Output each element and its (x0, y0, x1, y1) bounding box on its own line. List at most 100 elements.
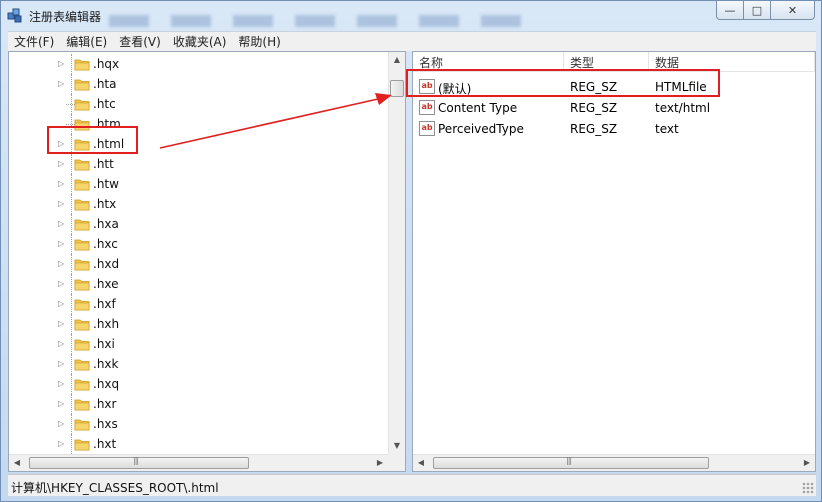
minimize-button[interactable]: — (716, 1, 744, 20)
tree-vertical-scrollbar[interactable]: ▲ ▼ (388, 52, 405, 454)
folder-icon (74, 219, 90, 231)
expand-arrow-icon[interactable]: ▷ (58, 439, 64, 448)
tree-item-hxh[interactable]: ▷ .hxh (9, 314, 389, 334)
tree-item-htw[interactable]: ▷ .htw (9, 174, 389, 194)
value-row[interactable]: ab PerceivedType REG_SZ text (413, 118, 815, 139)
regedit-app-icon (7, 8, 22, 23)
expand-arrow-icon[interactable]: ▷ (58, 159, 64, 168)
menu-help[interactable]: 帮助(H) (232, 33, 286, 50)
status-bar: 计算机\HKEY_CLASSES_ROOT\.html (8, 474, 816, 496)
window-controls: — □ ✕ (716, 1, 815, 21)
tree-item-label: .htt (93, 157, 114, 171)
value-type: REG_SZ (570, 101, 618, 115)
tree-item-label: .hxf (93, 297, 116, 311)
scroll-right-icon[interactable]: ▶ (799, 455, 815, 471)
tree-item-hxi[interactable]: ▷ .hxi (9, 334, 389, 354)
tree-guide-line (71, 214, 72, 234)
expand-arrow-icon[interactable]: ▷ (58, 399, 64, 408)
tree-guide-line (71, 174, 72, 194)
resize-grip-icon[interactable] (802, 482, 814, 494)
menu-file[interactable]: 文件(F) (8, 33, 60, 50)
scroll-right-icon[interactable]: ▶ (372, 455, 388, 471)
close-button[interactable]: ✕ (771, 1, 815, 20)
tree-item-label: .htw (93, 177, 119, 191)
tree-item-hxs[interactable]: ▷ .hxs (9, 414, 389, 434)
tree-hscroll-thumb[interactable] (29, 457, 249, 469)
tree-item-hqx[interactable]: ▷ .hqx (9, 54, 389, 74)
tree-item-hxe[interactable]: ▷ .hxe (9, 274, 389, 294)
tree-item-hxf[interactable]: ▷ .hxf (9, 294, 389, 314)
folder-icon (74, 439, 90, 451)
expand-arrow-icon[interactable]: ▷ (58, 279, 64, 288)
tree-horizontal-scrollbar[interactable]: ◀ ||| ▶ (9, 454, 388, 471)
tree-guide-line (71, 54, 72, 74)
menu-edit[interactable]: 编辑(E) (60, 33, 113, 50)
expand-arrow-icon[interactable]: ▷ (58, 339, 64, 348)
blurred-taskbar-ghost (109, 15, 529, 27)
expand-arrow-icon[interactable]: ▷ (58, 299, 64, 308)
tree-item-hxr[interactable]: ▷ .hxr (9, 394, 389, 414)
folder-icon (74, 59, 90, 71)
tree-item-htc[interactable]: .htc (9, 94, 389, 114)
maximize-button[interactable]: □ (744, 1, 771, 20)
folder-icon (74, 239, 90, 251)
scroll-left-icon[interactable]: ◀ (9, 455, 25, 471)
tree-guide-line (71, 154, 72, 174)
expand-arrow-icon[interactable]: ▷ (58, 219, 64, 228)
folder-icon (74, 399, 90, 411)
expand-arrow-icon[interactable]: ▷ (58, 59, 64, 68)
expand-arrow-icon[interactable]: ▷ (58, 79, 64, 88)
folder-icon (74, 339, 90, 351)
tree-item-label: .hxk (93, 357, 119, 371)
tree-item-label: .hxd (93, 257, 120, 271)
folder-icon (74, 279, 90, 291)
expand-arrow-icon[interactable]: ▷ (58, 419, 64, 428)
value-name: Content Type (438, 101, 518, 115)
tree-item-hxt[interactable]: ▷ .hxt (9, 434, 389, 454)
scroll-corner (388, 454, 405, 471)
folder-icon (74, 379, 90, 391)
tree-item-hxq[interactable]: ▷ .hxq (9, 374, 389, 394)
folder-icon (74, 419, 90, 431)
tree-vscroll-thumb[interactable] (390, 80, 404, 97)
value-data: text/html (655, 101, 711, 115)
tree-guide-line (71, 394, 72, 414)
expand-arrow-icon[interactable]: ▷ (58, 199, 64, 208)
tree-item-hxc[interactable]: ▷ .hxc (9, 234, 389, 254)
highlight-box-tree-html (47, 126, 138, 154)
tree-guide-line (71, 274, 72, 294)
value-name: PerceivedType (438, 122, 524, 136)
expand-arrow-icon[interactable]: ▷ (58, 259, 64, 268)
folder-icon (74, 99, 90, 111)
scroll-up-icon[interactable]: ▲ (389, 52, 405, 68)
tree-guide-line (71, 354, 72, 374)
tree-item-hxk[interactable]: ▷ .hxk (9, 354, 389, 374)
tree-item-label: .hxi (93, 337, 115, 351)
tree-guide-line (71, 74, 72, 94)
tree-item-htx[interactable]: ▷ .htx (9, 194, 389, 214)
expand-arrow-icon[interactable]: ▷ (58, 379, 64, 388)
registry-tree-pane[interactable]: ▷ .hqx ▷ .hta .htc .htm ▷ .html ▷ .htt ▷ .htw ▷ .htx ▷… (8, 51, 406, 472)
folder-icon (74, 299, 90, 311)
menu-favorites[interactable]: 收藏夹(A) (167, 33, 233, 50)
expand-arrow-icon[interactable]: ▷ (58, 179, 64, 188)
string-value-icon: ab (419, 100, 435, 115)
tree-item-hxd[interactable]: ▷ .hxd (9, 254, 389, 274)
menu-bar: 文件(F) 编辑(E) 查看(V) 收藏夹(A) 帮助(H) (8, 31, 816, 51)
tree-guide-line (71, 434, 72, 454)
tree-item-hxa[interactable]: ▷ .hxa (9, 214, 389, 234)
menu-view[interactable]: 查看(V) (113, 33, 167, 50)
registry-values-pane[interactable]: 名称 类型 数据 ab (默认) REG_SZ HTMLfile ab Cont… (412, 51, 816, 472)
value-row[interactable]: ab Content Type REG_SZ text/html (413, 97, 815, 118)
expand-arrow-icon[interactable]: ▷ (58, 239, 64, 248)
title-bar[interactable]: 注册表编辑器 — □ ✕ (1, 1, 821, 31)
scroll-left-icon[interactable]: ◀ (413, 455, 429, 471)
tree-item-hta[interactable]: ▷ .hta (9, 74, 389, 94)
tree-guide-line (71, 334, 72, 354)
expand-arrow-icon[interactable]: ▷ (58, 319, 64, 328)
tree-item-label: .htc (93, 97, 116, 111)
tree-item-htt[interactable]: ▷ .htt (9, 154, 389, 174)
values-horizontal-scrollbar[interactable]: ◀ ||| ▶ (413, 454, 815, 471)
scroll-down-icon[interactable]: ▼ (389, 438, 405, 454)
expand-arrow-icon[interactable]: ▷ (58, 359, 64, 368)
